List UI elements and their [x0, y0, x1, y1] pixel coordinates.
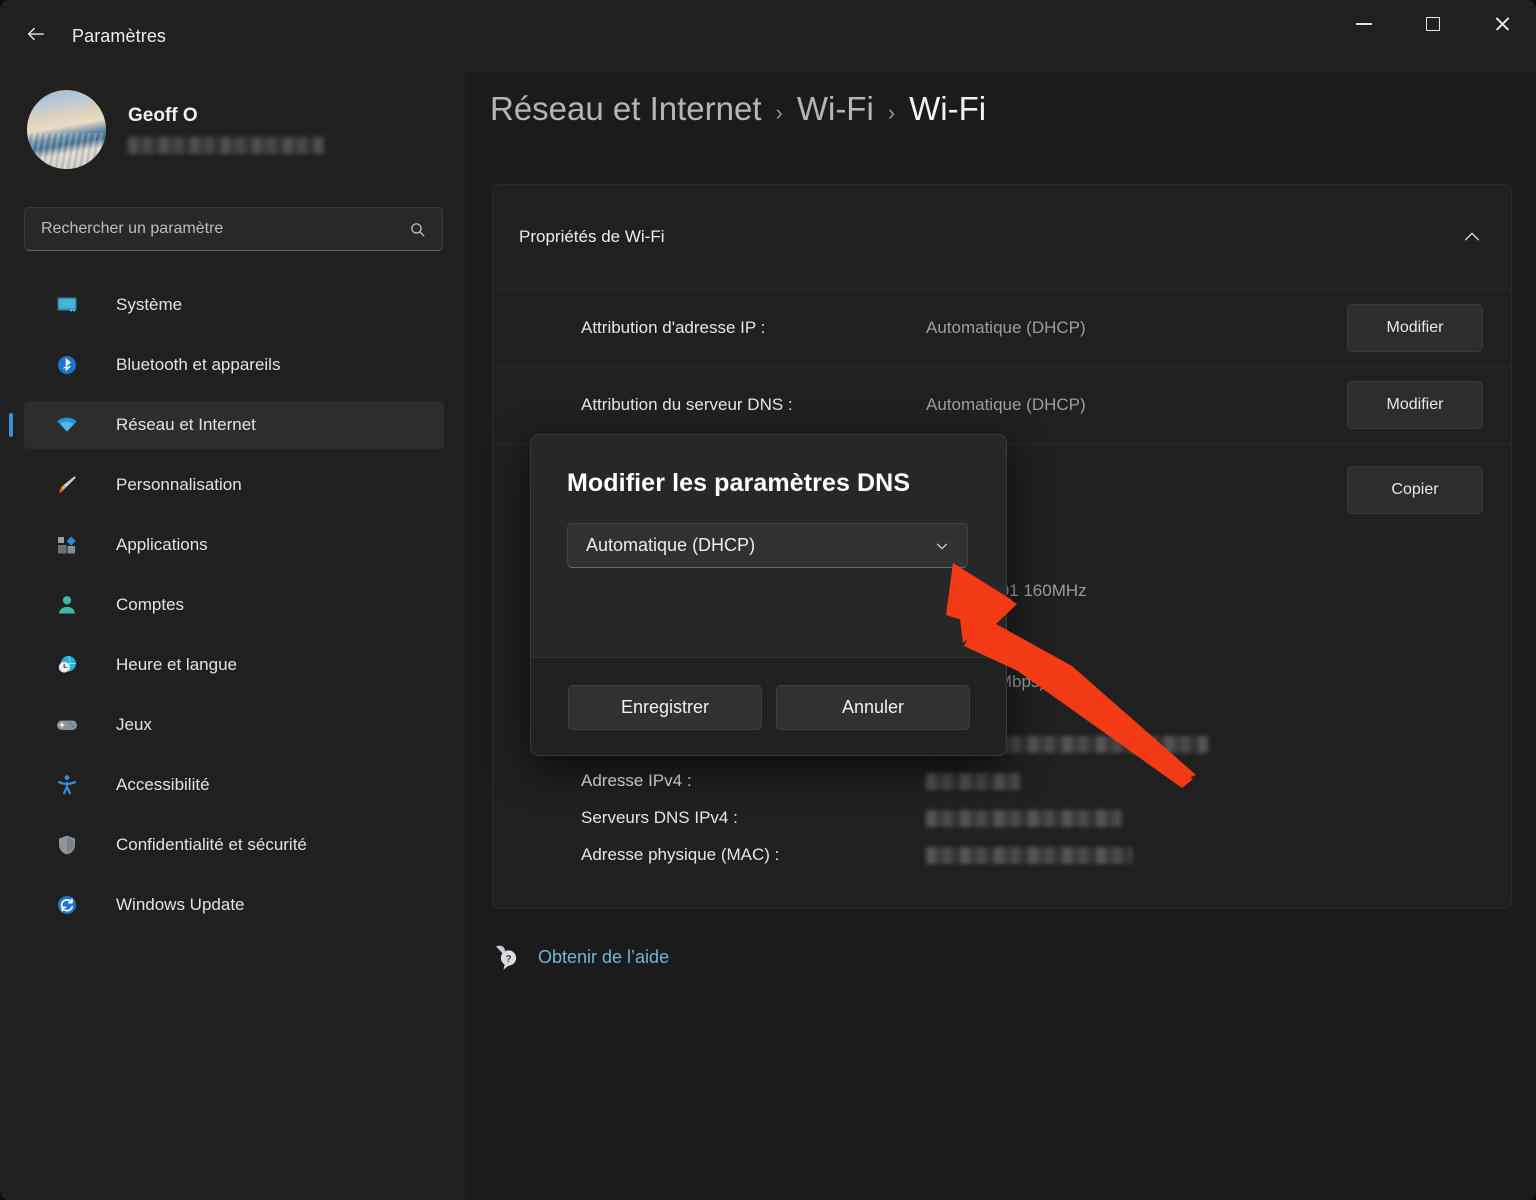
ip-assignment-value: Automatique (DHCP) [926, 318, 1086, 337]
page-title: Propriétés de Wi-Fi [519, 227, 665, 246]
mac-address-label: Adresse physique (MAC) : [581, 845, 780, 864]
wifi-properties-header[interactable]: Propriétés de Wi-Fi [493, 185, 1511, 289]
link-speed-value: 866/866 (Mbps) [926, 672, 1046, 691]
chevron-up-icon[interactable] [1461, 226, 1483, 248]
table-row: Adresse physique (MAC) : [581, 841, 1483, 878]
sidebar-nav: Système Bluetooth et appareils Réseau et… [0, 281, 468, 929]
svg-text:?: ? [505, 954, 511, 965]
sidebar-item-jeux[interactable]: Jeux [24, 701, 444, 749]
sidebar-item-label: Personnalisation [116, 475, 242, 494]
dns-assignment-value: Automatique (DHCP) [926, 395, 1086, 414]
minimize-button[interactable] [1329, 0, 1398, 48]
sidebar-item-reseau-et-internet[interactable]: Réseau et Internet [9, 401, 444, 449]
dialog-title: Modifier les paramètres DNS [567, 469, 911, 497]
table-row: Attribution du serveur DNS : Automatique… [493, 366, 1511, 443]
paintbrush-icon [54, 472, 80, 498]
close-icon [1494, 16, 1510, 32]
dns-mode-dropdown[interactable]: Automatique (DHCP) [567, 523, 968, 568]
table-row: Attribution d'adresse IP : Automatique (… [493, 289, 1511, 366]
chevron-down-icon[interactable] [933, 537, 951, 555]
maximize-icon [1425, 17, 1440, 31]
sidebar-item-label: Comptes [116, 595, 185, 614]
bluetooth-icon [54, 352, 80, 378]
sidebar-item-label: Windows Update [116, 895, 245, 914]
sidebar-item-label: Jeux [116, 715, 152, 734]
ipv4-address-value [926, 769, 1483, 797]
sidebar-item-personnalisation[interactable]: Personnalisation [24, 461, 444, 509]
settings-window: Paramètres Geoff O Rechercher un paramèt… [0, 0, 1536, 1200]
copy-button[interactable]: Copier [1347, 466, 1483, 514]
sidebar-item-bluetooth-et-appareils[interactable]: Bluetooth et appareils [24, 341, 444, 389]
breadcrumb: Réseau et Internet › Wi-Fi › Wi-Fi [490, 90, 1536, 128]
avatar [27, 90, 106, 169]
close-button[interactable] [1467, 0, 1536, 48]
search-input[interactable] [25, 220, 409, 238]
sidebar-item-label: Confidentialité et sécurité [116, 835, 307, 854]
sidebar-item-systeme[interactable]: Système [24, 281, 444, 329]
sidebar-item-label: Heure et langue [116, 655, 237, 674]
apps-icon [54, 532, 80, 558]
redacted-value [926, 810, 1122, 827]
save-button[interactable]: Enregistrer [568, 684, 762, 730]
table-row: Adresse IPv4 : [581, 767, 1483, 804]
update-refresh-icon [54, 892, 80, 918]
monitor-icon [54, 292, 80, 318]
breadcrumb-separator-icon: › [775, 100, 783, 125]
back-button[interactable] [16, 16, 56, 56]
mac-address-value [926, 843, 1483, 871]
dns-servers-value [926, 806, 1483, 834]
sidebar-item-applications[interactable]: Applications [24, 521, 444, 569]
table-row: Serveurs DNS IPv4 : [581, 804, 1483, 841]
sidebar-item-comptes[interactable]: Comptes [24, 581, 444, 629]
back-arrow-icon [25, 23, 47, 50]
sidebar-item-label: Système [116, 295, 183, 314]
breadcrumb-middle[interactable]: Wi-Fi [797, 90, 874, 128]
edit-ip-button[interactable]: Modifier [1347, 304, 1483, 352]
sidebar-item-accessibilite[interactable]: Accessibilité [24, 761, 444, 809]
profile-name: Geoff O [128, 105, 198, 126]
search-box[interactable] [24, 207, 443, 251]
clock-globe-icon [54, 652, 80, 678]
app-title: Paramètres [72, 25, 167, 46]
breadcrumb-separator-icon: › [887, 100, 896, 125]
dns-mode-dropdown-value: Automatique (DHCP) [586, 535, 756, 555]
redacted-value [926, 773, 1020, 790]
sidebar: Geoff O Système [0, 72, 468, 1200]
help-question-icon: ? [490, 943, 524, 971]
person-icon [54, 592, 80, 618]
get-help-row[interactable]: ? Obtenir de l’aide [490, 943, 1536, 971]
edit-dns-button[interactable]: Modifier [1347, 381, 1483, 429]
sidebar-item-heure-et-langue[interactable]: Heure et langue [24, 641, 444, 689]
dns-servers-label: Serveurs DNS IPv4 : [581, 808, 738, 827]
profile-email-redacted [128, 137, 324, 154]
minimize-icon [1355, 23, 1372, 25]
breadcrumb-root[interactable]: Réseau et Internet [490, 90, 762, 128]
ipv4-address-label: Adresse IPv4 : [581, 771, 692, 790]
sidebar-item-label: Accessibilité [116, 775, 210, 794]
maximize-button[interactable] [1398, 0, 1467, 48]
accessibility-icon [54, 772, 80, 798]
cancel-button[interactable]: Annuler [776, 684, 970, 730]
gamepad-icon [54, 712, 80, 738]
sidebar-item-label: Applications [116, 535, 208, 554]
user-profile[interactable]: Geoff O [27, 90, 468, 169]
wifi-icon [54, 412, 80, 438]
window-controls [1329, 0, 1536, 48]
redacted-value [926, 847, 1132, 864]
ip-assignment-label: Attribution d'adresse IP : [581, 317, 766, 337]
sidebar-item-label: Réseau et Internet [116, 415, 256, 434]
get-help-link[interactable]: Obtenir de l’aide [538, 947, 669, 968]
dns-settings-dialog: Modifier les paramètres DNS Automatique … [530, 434, 1007, 756]
breadcrumb-current: Wi-Fi [909, 90, 987, 127]
dns-assignment-label: Attribution du serveur DNS : [581, 394, 793, 414]
title-bar: Paramètres [0, 0, 1536, 72]
sidebar-item-windows-update[interactable]: Windows Update [24, 881, 444, 929]
search-icon [409, 221, 426, 238]
sidebar-item-confidentialite-et-securite[interactable]: Confidentialité et sécurité [24, 821, 444, 869]
sidebar-item-label: Bluetooth et appareils [116, 355, 281, 374]
ipv6-link-local-value [926, 732, 1483, 760]
shield-icon [54, 832, 80, 858]
